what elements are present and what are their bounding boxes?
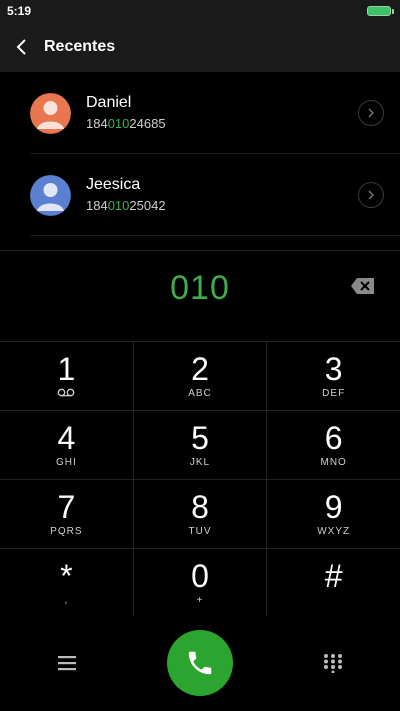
avatar — [30, 174, 71, 216]
contact-number: 18401024685 — [86, 116, 166, 131]
contact-detail-button[interactable] — [358, 182, 384, 208]
key-star[interactable]: * , — [0, 549, 134, 617]
back-button[interactable] — [0, 22, 44, 72]
key-7[interactable]: 7 PQRS — [0, 480, 134, 548]
voicemail-icon — [57, 388, 75, 397]
phone-icon — [188, 651, 212, 675]
number-match: 010 — [107, 198, 130, 213]
list-item[interactable]: Daniel 18401024685 — [0, 72, 400, 154]
battery-icon — [367, 6, 394, 16]
app-bar: Recentes — [0, 22, 400, 72]
dial-entry: 010 — [0, 251, 400, 341]
call-button[interactable] — [167, 630, 233, 696]
list-item[interactable]: Jeesica 18401025042 — [0, 154, 400, 236]
status-bar: 5:19 — [0, 0, 400, 22]
page-title: Recentes — [44, 38, 116, 55]
backspace-icon[interactable] — [350, 277, 376, 295]
key-4[interactable]: 4 GHI — [0, 411, 134, 479]
status-time: 5:19 — [7, 4, 32, 18]
key-hash[interactable]: # — [267, 549, 400, 617]
key-1[interactable]: 1 — [0, 342, 134, 410]
key-9[interactable]: 9 WXYZ — [267, 480, 400, 548]
dial-keypad: 1 2 ABC 3 DEF 4 GHI 5 JKL 6 MNO 7 PQRS 8… — [0, 341, 400, 617]
contact-name: Daniel — [86, 94, 132, 111]
chevron-right-icon — [368, 190, 374, 200]
dialed-number: 010 — [170, 269, 230, 307]
contact-name: Jeesica — [86, 176, 141, 193]
contact-detail-button[interactable] — [358, 100, 384, 126]
recent-contacts-list: Daniel 18401024685 Jeesica 18401025042 — [0, 72, 400, 236]
dialpad-icon[interactable] — [323, 653, 343, 673]
key-0[interactable]: 0 + — [134, 549, 268, 617]
key-3[interactable]: 3 DEF — [267, 342, 400, 410]
menu-icon[interactable] — [57, 654, 77, 672]
contact-number: 18401025042 — [86, 198, 166, 213]
key-8[interactable]: 8 TUV — [134, 480, 268, 548]
avatar — [30, 92, 71, 134]
number-match: 010 — [107, 116, 130, 131]
key-5[interactable]: 5 JKL — [134, 411, 268, 479]
key-2[interactable]: 2 ABC — [134, 342, 268, 410]
chevron-left-icon — [16, 39, 26, 55]
key-6[interactable]: 6 MNO — [267, 411, 400, 479]
chevron-right-icon — [368, 108, 374, 118]
bottom-bar — [0, 616, 400, 711]
